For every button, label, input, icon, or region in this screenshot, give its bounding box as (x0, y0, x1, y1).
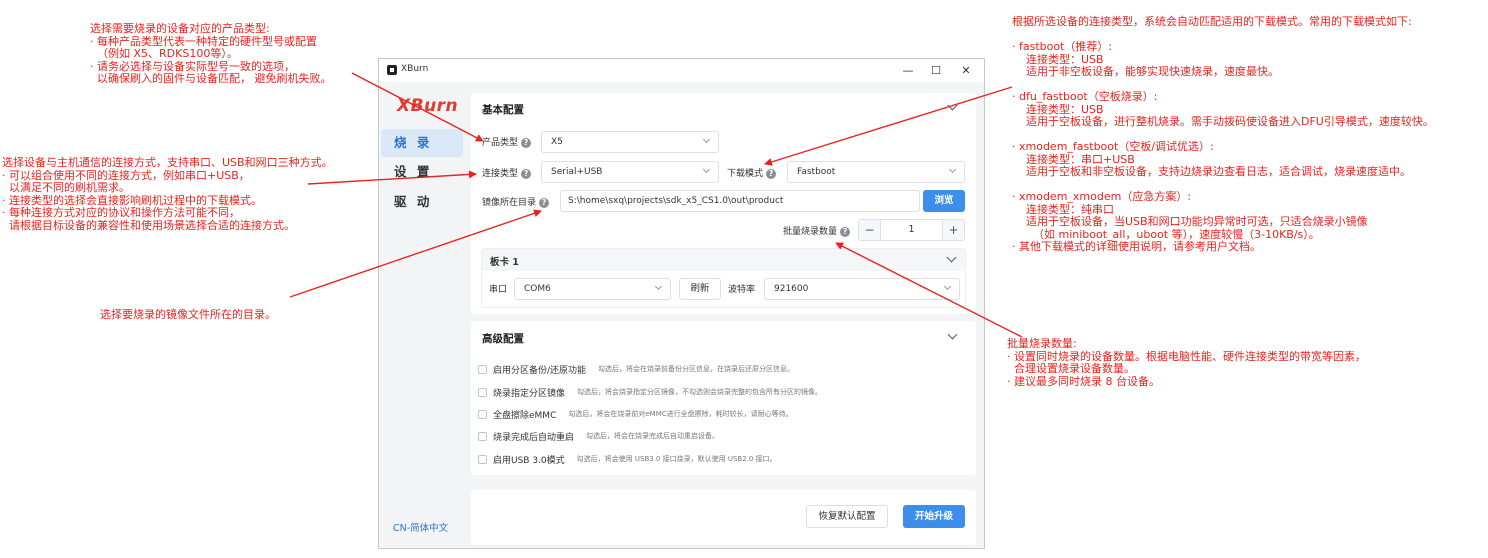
reset-defaults-button[interactable]: 恢复默认配置 (806, 505, 888, 528)
app-window: XBurn — ☐ ✕ XBurn 烧 录 设 置 驱 动 CN-简体中文 基本… (378, 58, 985, 549)
option-row[interactable]: 烧录指定分区镜像 勾选后，将会烧录指定分区镜像，不勾选则会烧录完整的包含所有分区… (478, 385, 822, 399)
advanced-config-title: 高级配置 (482, 333, 524, 345)
option-label: 烧录完成后自动重启 (493, 432, 575, 443)
footer-bar: 恢复默认配置 开始升级 (471, 490, 976, 545)
app-logo: XBurn (397, 96, 459, 116)
sidebar-item-burn[interactable]: 烧 录 (381, 129, 463, 157)
refresh-button[interactable]: 刷新 (679, 278, 721, 300)
browse-button[interactable]: 浏览 (923, 190, 965, 212)
baud-select[interactable]: 921600 (764, 278, 960, 300)
annotation-product-type: 选择需要烧录的设备对应的产品类型: · 每种产品类型代表一种特定的硬件型号或配置… (90, 22, 332, 85)
baud-label: 波特率 (728, 285, 756, 295)
app-icon (387, 65, 397, 75)
board-title: 板卡 1 (490, 257, 519, 268)
option-description: 勾选后，将会在烧录前备份分区信息，在烧录后还原分区信息。 (598, 365, 795, 373)
option-label: 全盘擦除eMMC (493, 410, 557, 421)
board-panel: 板卡 1 串口 COM6 刷新 波特率 921600 (481, 248, 966, 308)
option-checkbox[interactable] (478, 364, 487, 374)
maximize-button[interactable]: ☐ (924, 61, 948, 79)
chevron-down-icon (702, 165, 711, 174)
option-row[interactable]: 全盘擦除eMMC 勾选后，将会在烧录前对eMMC进行全盘擦除，耗时较长，请耐心等… (478, 407, 793, 421)
sidebar: XBurn 烧 录 设 置 驱 动 CN-简体中文 (379, 82, 469, 548)
option-description: 勾选后，将会烧录指定分区镜像，不勾选则会烧录完整的包含所有分区的镜像。 (577, 388, 823, 396)
product-type-select[interactable]: X5 (541, 131, 719, 153)
port-select[interactable]: COM6 (514, 278, 671, 300)
basic-config-card: 基本配置 产品类型? X5 连接类型? Serial+USB 下载模式? Fas… (471, 93, 976, 314)
option-checkbox[interactable] (478, 409, 487, 419)
chevron-down-icon (943, 282, 952, 291)
image-dir-input[interactable]: S:\home\sxq\projects\sdk_x5_CS1.0\out\pr… (560, 190, 920, 212)
option-label: 启用分区备份/还原功能 (493, 365, 587, 376)
help-icon[interactable]: ? (840, 226, 851, 237)
sidebar-item-settings[interactable]: 设 置 (381, 158, 463, 186)
start-upgrade-button[interactable]: 开始升级 (903, 505, 965, 528)
image-dir-label: 镜像所在目录? (482, 195, 550, 208)
port-label: 串口 (489, 285, 508, 295)
option-checkbox[interactable] (478, 431, 487, 441)
advanced-config-card: 高级配置 启用分区备份/还原功能 勾选后，将会在烧录前备份分区信息，在烧录后还原… (471, 321, 976, 475)
option-row[interactable]: 启用分区备份/还原功能 勾选后，将会在烧录前备份分区信息，在烧录后还原分区信息。 (478, 362, 794, 376)
option-row[interactable]: 启用USB 3.0模式 勾选后，将会使用 USB3.0 接口烧录，默认使用 US… (478, 452, 777, 466)
option-checkbox[interactable] (478, 387, 487, 397)
sidebar-item-driver[interactable]: 驱 动 (381, 188, 463, 216)
title-bar: XBurn — ☐ ✕ (379, 59, 984, 82)
annotation-batch-count: 批量烧录数量: · 设置同时烧录的设备数量。根据电脑性能、硬件连接类型的带宽等因… (1007, 337, 1366, 388)
annotation-download-mode: 根据所选设备的连接类型，系统会自动匹配适用的下载模式。常用的下载模式如下: · … (1012, 15, 1434, 253)
option-description: 勾选后，将会使用 USB3.0 接口烧录，默认使用 USB2.0 接口。 (576, 455, 777, 463)
option-checkbox[interactable] (478, 454, 487, 464)
batch-count-label: 批量烧录数量? (783, 224, 851, 237)
help-icon[interactable]: ? (521, 168, 532, 179)
help-icon[interactable]: ? (521, 137, 532, 148)
basic-config-title: 基本配置 (482, 104, 524, 116)
board-header[interactable]: 板卡 1 (482, 249, 965, 271)
annotation-image-dir: 选择要烧录的镜像文件所在的目录。 (100, 308, 276, 321)
decrement-button[interactable]: − (859, 220, 881, 240)
download-mode-label: 下载模式? (727, 166, 777, 179)
collapse-board-icon[interactable] (946, 252, 957, 263)
download-mode-select[interactable]: Fastboot (787, 161, 965, 183)
help-icon[interactable]: ? (539, 197, 550, 208)
language-switch[interactable]: CN-简体中文 (393, 520, 448, 534)
connection-type-select[interactable]: Serial+USB (541, 161, 719, 183)
option-description: 勾选后，将会在烧录前对eMMC进行全盘擦除，耗时较长，请耐心等待。 (568, 410, 793, 418)
option-row[interactable]: 烧录完成后自动重启 勾选后，将会在烧录完成后自动重启设备。 (478, 429, 719, 443)
option-description: 勾选后，将会在烧录完成后自动重启设备。 (586, 432, 720, 440)
collapse-advanced-icon[interactable] (947, 329, 958, 340)
product-type-label: 产品类型? (482, 135, 532, 148)
chevron-down-icon (948, 165, 957, 174)
minimize-button[interactable]: — (896, 61, 920, 79)
increment-button[interactable]: + (942, 220, 964, 240)
batch-count-value[interactable]: 1 (881, 220, 942, 240)
option-label: 烧录指定分区镜像 (493, 388, 566, 399)
batch-count-stepper[interactable]: − 1 + (858, 219, 965, 241)
help-icon[interactable]: ? (766, 168, 777, 179)
annotation-connection-type: 选择设备与主机通信的连接方式，支持串口、USB和网口三种方式。 · 可以组合使用… (2, 156, 333, 232)
collapse-basic-icon[interactable] (947, 100, 958, 111)
close-button[interactable]: ✕ (954, 61, 978, 79)
chevron-down-icon (654, 282, 663, 291)
window-title: XBurn (401, 64, 429, 74)
connection-type-label: 连接类型? (482, 166, 532, 179)
chevron-down-icon (702, 135, 711, 144)
option-label: 启用USB 3.0模式 (493, 455, 565, 466)
